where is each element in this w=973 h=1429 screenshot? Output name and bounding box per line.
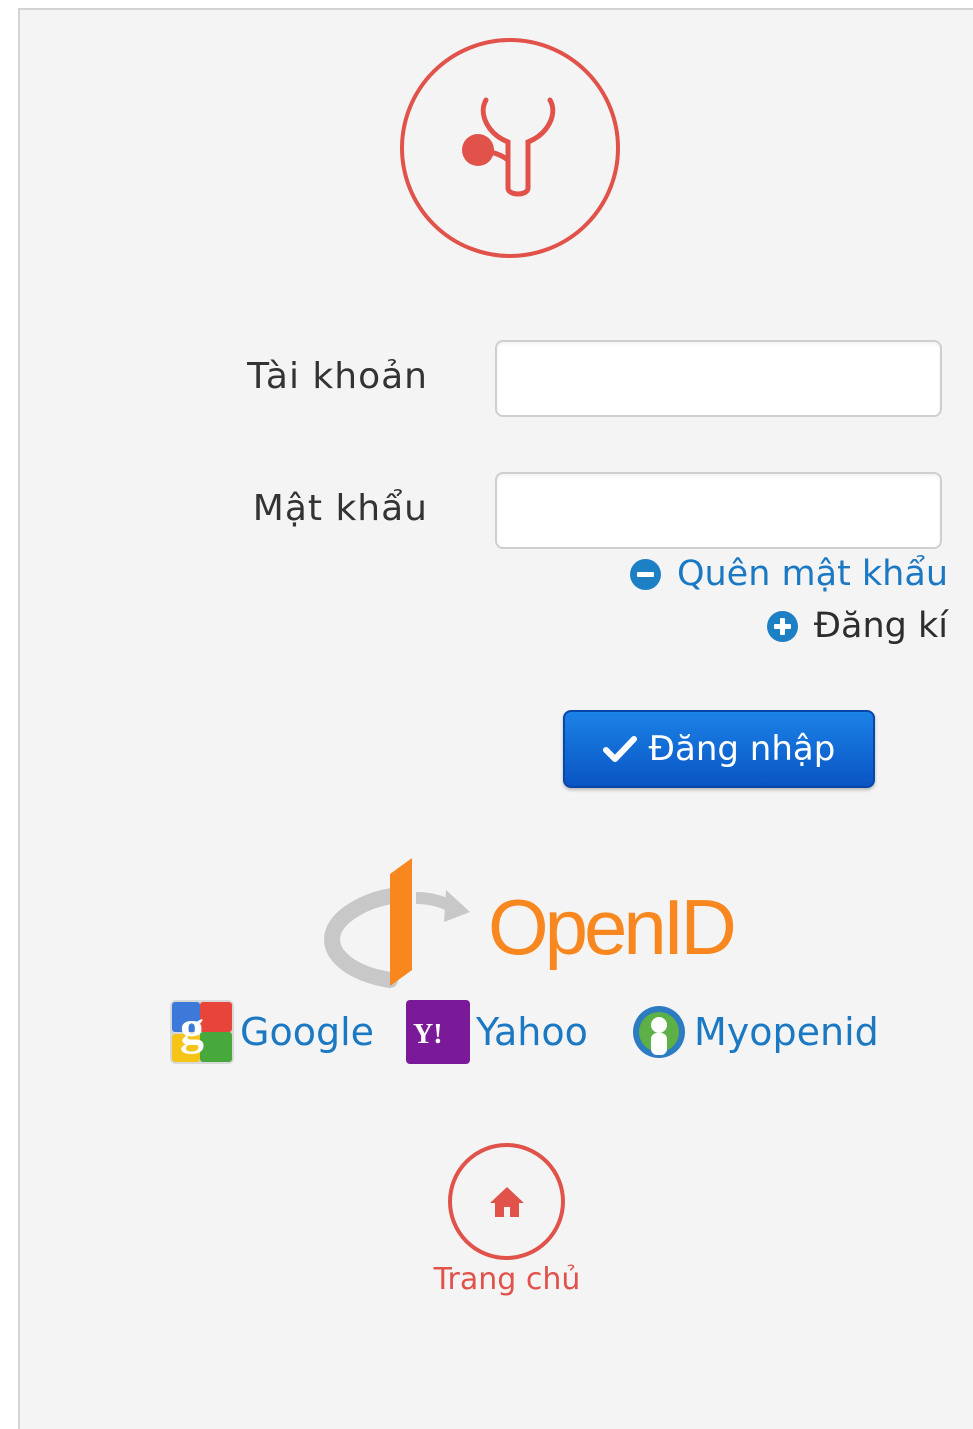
google-icon: g bbox=[170, 1000, 234, 1064]
register-label: Đăng kí bbox=[813, 606, 948, 646]
password-input[interactable] bbox=[495, 472, 942, 549]
google-login-link[interactable]: g Google bbox=[170, 1000, 374, 1064]
forgot-password-label: Quên mật khẩu bbox=[676, 554, 948, 594]
checkmark-icon bbox=[602, 736, 637, 762]
login-button[interactable]: Đăng nhập bbox=[563, 710, 875, 788]
yahoo-icon-text: Y! bbox=[413, 1019, 443, 1050]
myopenid-login-link[interactable]: Myopenid bbox=[630, 1000, 879, 1064]
myopenid-label: Myopenid bbox=[694, 1010, 879, 1054]
google-label: Google bbox=[240, 1010, 375, 1054]
myopenid-icon bbox=[633, 1006, 685, 1058]
home-label[interactable]: Trang chủ bbox=[380, 1262, 634, 1297]
yahoo-icon: Y! bbox=[406, 1000, 470, 1064]
login-button-label: Đăng nhập bbox=[648, 729, 836, 769]
username-label: Tài khoản bbox=[247, 356, 428, 397]
minus-circle-icon bbox=[629, 558, 661, 590]
openid-logo: OpenID bbox=[320, 852, 740, 992]
username-input[interactable] bbox=[495, 340, 942, 417]
forgot-password-link[interactable]: Quên mật khẩu bbox=[629, 554, 948, 594]
stethoscope-logo bbox=[400, 38, 620, 258]
register-link[interactable]: Đăng kí bbox=[766, 606, 948, 646]
svg-text:g: g bbox=[180, 1002, 204, 1055]
yahoo-login-link[interactable]: Y! Yahoo bbox=[406, 1000, 588, 1064]
home-button[interactable] bbox=[448, 1143, 565, 1260]
home-icon bbox=[489, 1186, 524, 1217]
openid-swirl-icon bbox=[324, 858, 470, 988]
openid-logo-text: OpenID bbox=[488, 883, 737, 971]
password-label: Mật khẩu bbox=[252, 488, 428, 529]
plus-circle-icon bbox=[766, 610, 798, 642]
yahoo-label: Yahoo bbox=[476, 1010, 588, 1054]
stethoscope-icon bbox=[462, 97, 556, 197]
